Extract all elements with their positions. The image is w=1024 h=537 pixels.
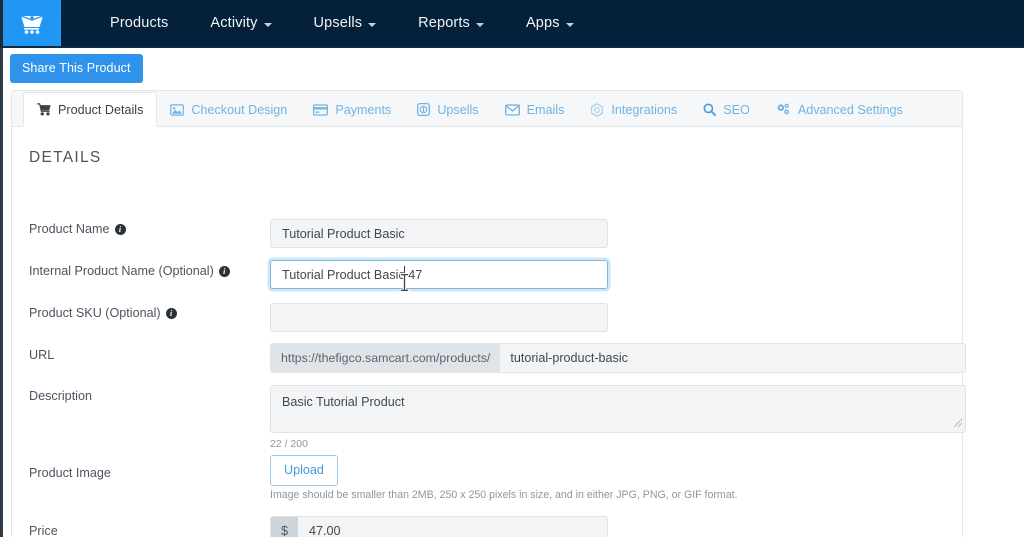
- url-label: URL: [29, 348, 54, 362]
- gears-icon: [776, 103, 791, 116]
- hexagon-icon: [590, 102, 604, 117]
- chevron-down-icon: [475, 22, 484, 27]
- tab-label: Checkout Design: [191, 102, 288, 117]
- info-icon[interactable]: i: [218, 265, 230, 277]
- label-text: Description: [29, 389, 92, 403]
- info-icon[interactable]: i: [114, 223, 126, 235]
- section-title: DETAILS: [29, 149, 102, 166]
- nav-items: Products Activity Upsells Reports Apps: [61, 0, 595, 47]
- nav-item-upsells[interactable]: Upsells: [293, 0, 398, 47]
- image-icon: [170, 103, 185, 116]
- top-navigation-bar: Products Activity Upsells Reports Apps: [0, 0, 1024, 47]
- nav-item-apps[interactable]: Apps: [505, 0, 595, 47]
- tab-upsells[interactable]: Upsells: [404, 92, 491, 127]
- label-text: URL: [29, 348, 55, 362]
- text-caret: [404, 266, 405, 283]
- url-field-group: https://thefigco.samcart.com/products/: [270, 343, 966, 373]
- credit-card-icon: [313, 103, 329, 116]
- share-toolbar: Share This Product: [3, 47, 1024, 90]
- url-slug-input[interactable]: [500, 344, 965, 372]
- label-text: Product SKU (Optional): [29, 306, 161, 320]
- tab-label: Emails: [526, 102, 565, 117]
- tab-label: Payments: [335, 102, 392, 117]
- description-textarea[interactable]: [270, 385, 966, 433]
- nav-item-label: Reports: [418, 15, 470, 31]
- url-prefix: https://thefigco.samcart.com/products/: [271, 344, 501, 372]
- nav-item-label: Products: [110, 15, 169, 31]
- label-text: Internal Product Name (Optional): [29, 264, 214, 278]
- internal-product-name-input[interactable]: [270, 260, 608, 289]
- internal-product-name-label: Internal Product Name (Optional) i: [29, 264, 230, 278]
- price-field-group: $: [270, 516, 608, 537]
- product-image-label: Product Image: [29, 466, 111, 480]
- product-name-input[interactable]: [270, 219, 608, 248]
- dollar-box-icon: [417, 103, 431, 116]
- price-label: Price: [29, 524, 58, 537]
- tab-emails[interactable]: Emails: [492, 92, 578, 127]
- nav-item-products[interactable]: Products: [89, 0, 189, 47]
- nav-item-reports[interactable]: Reports: [397, 0, 505, 47]
- tab-label: Integrations: [611, 102, 678, 117]
- chevron-down-icon: [565, 22, 574, 27]
- envelope-icon: [504, 103, 520, 116]
- tab-checkout-design[interactable]: Checkout Design: [157, 92, 300, 127]
- description-character-counter: 22 / 200: [270, 438, 308, 450]
- search-icon: [703, 103, 717, 116]
- tab-label: SEO: [723, 102, 750, 117]
- tab-label: Advanced Settings: [797, 102, 903, 117]
- label-text: Price: [29, 524, 58, 537]
- product-details-card: Product Details Checkout Design Payments…: [11, 90, 966, 537]
- product-sku-label: Product SKU (Optional) i: [29, 306, 177, 320]
- app-screen: Products Activity Upsells Reports Apps S…: [0, 0, 1024, 537]
- nav-item-label: Upsells: [313, 15, 363, 31]
- upload-button[interactable]: Upload: [270, 455, 338, 486]
- cart-icon: [37, 103, 51, 116]
- nav-item-label: Activity: [210, 15, 258, 31]
- brand-logo-tile[interactable]: [3, 0, 61, 47]
- chevron-down-icon: [263, 22, 272, 27]
- share-this-product-button[interactable]: Share This Product: [10, 54, 143, 83]
- product-image-hint: Image should be smaller than 2MB, 250 x …: [270, 489, 738, 501]
- tab-label: Product Details: [58, 102, 144, 117]
- label-text: Product Name: [29, 222, 110, 236]
- nav-item-label: Apps: [525, 15, 560, 31]
- window-edge-lower: [0, 48, 3, 537]
- label-text: Product Image: [29, 466, 111, 480]
- tab-seo[interactable]: SEO: [690, 92, 763, 127]
- info-icon[interactable]: i: [165, 307, 177, 319]
- tab-label: Upsells: [437, 102, 479, 117]
- product-sku-input[interactable]: [270, 303, 608, 332]
- currency-symbol: $: [271, 517, 298, 537]
- tab-payments[interactable]: Payments: [300, 92, 404, 127]
- tab-integrations[interactable]: Integrations: [577, 92, 690, 127]
- nav-item-activity[interactable]: Activity: [189, 0, 292, 47]
- details-form: DETAILS Product Name i Internal Product …: [12, 127, 966, 537]
- price-input[interactable]: [298, 517, 607, 537]
- product-name-label: Product Name i: [29, 222, 126, 236]
- shopping-cart-icon: [18, 12, 46, 36]
- tab-bar: Product Details Checkout Design Payments…: [12, 91, 962, 127]
- tab-advanced-settings[interactable]: Advanced Settings: [763, 92, 916, 127]
- description-label: Description: [29, 389, 92, 403]
- chevron-down-icon: [368, 22, 377, 27]
- tab-product-details[interactable]: Product Details: [23, 92, 158, 127]
- navbar-divider: [0, 46, 1024, 48]
